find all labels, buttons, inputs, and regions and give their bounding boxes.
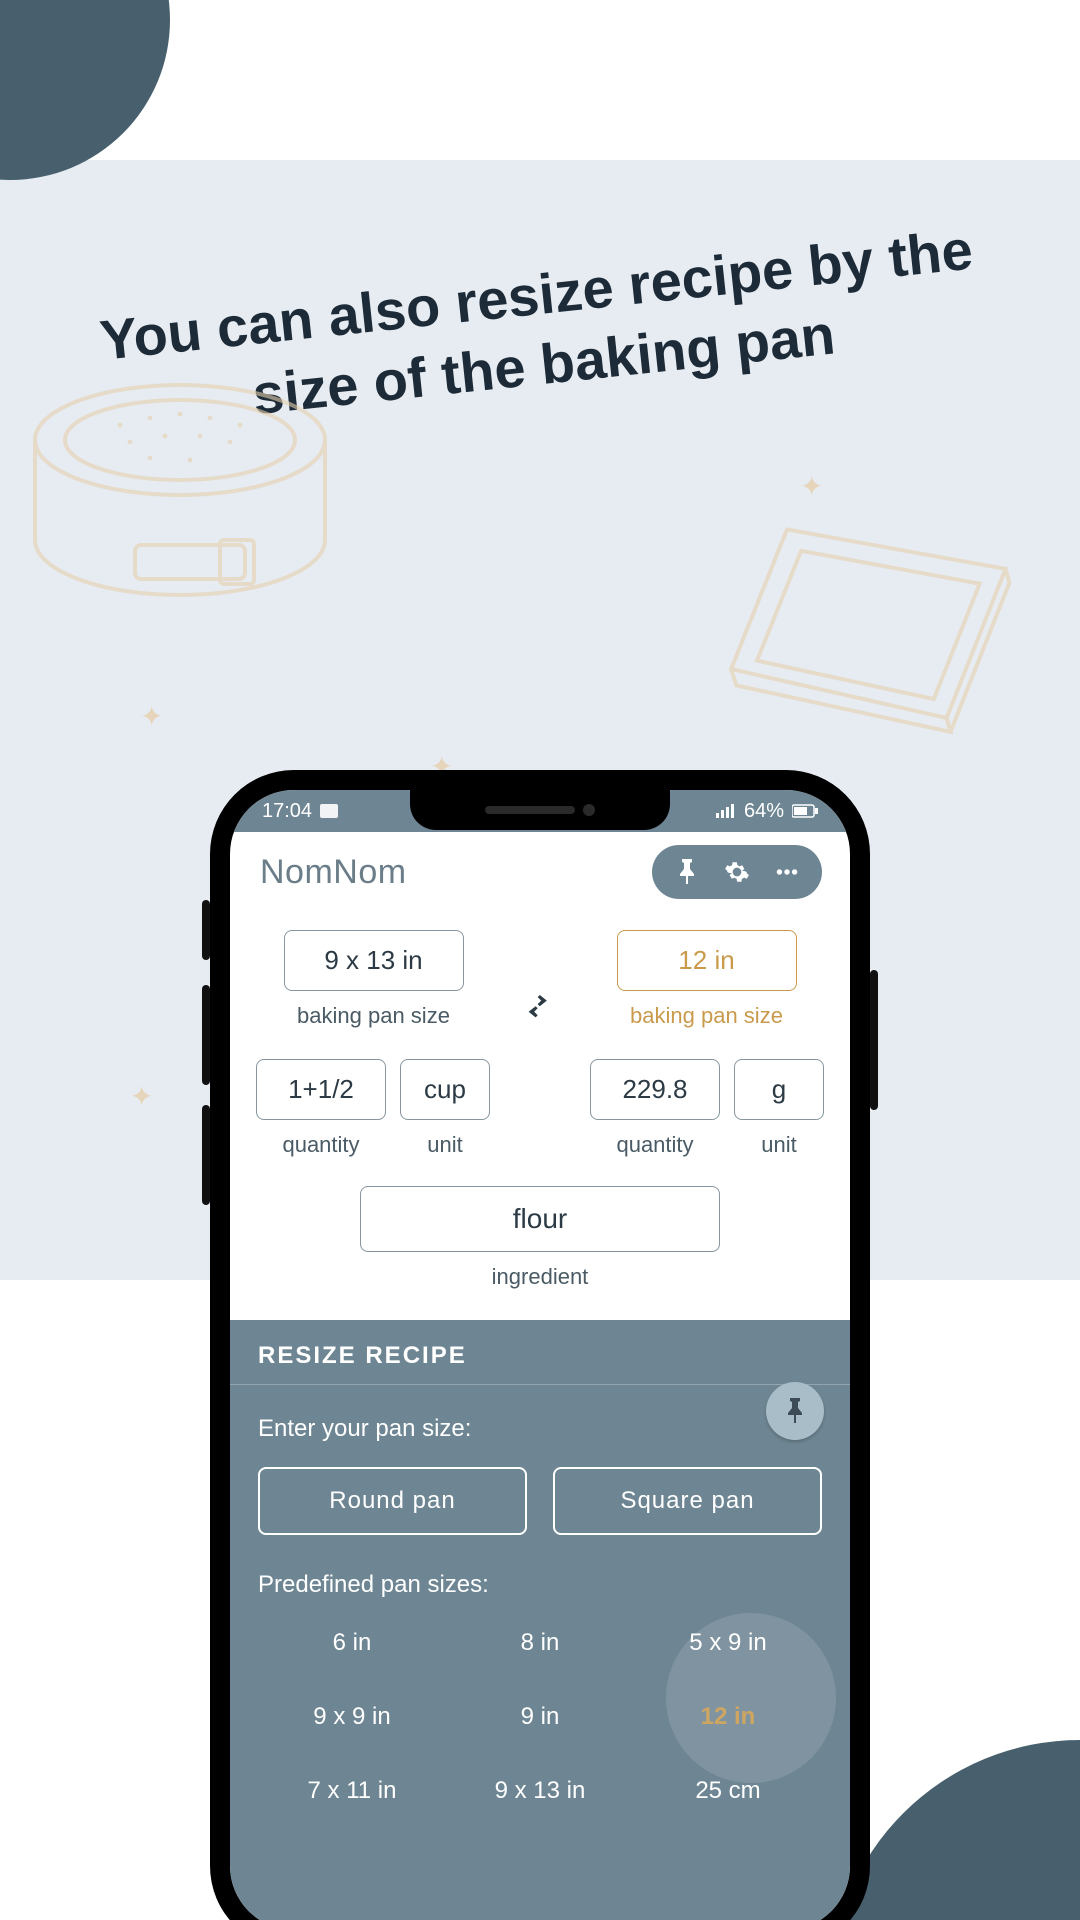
- target-quantity-output[interactable]: 229.8: [590, 1059, 720, 1120]
- phone-side-button: [202, 1105, 210, 1205]
- decor-circle-top-left: [0, 0, 170, 180]
- source-quantity-input[interactable]: 1+1/2: [256, 1059, 386, 1120]
- swap-button[interactable]: [520, 988, 560, 1028]
- resize-panel-title: RESIZE RECIPE: [230, 1320, 850, 1385]
- target-quantity-label: quantity: [616, 1132, 693, 1158]
- predefined-sizes-label: Predefined pan sizes:: [258, 1571, 822, 1599]
- rectangular-pan-illustration: [720, 500, 1020, 760]
- ingredient-input[interactable]: flour: [360, 1186, 720, 1252]
- sparkle-icon: ✦: [800, 470, 823, 503]
- target-pan-size-input[interactable]: 12 in: [617, 930, 797, 991]
- more-icon[interactable]: [774, 859, 800, 885]
- source-unit-label: unit: [427, 1132, 462, 1158]
- target-unit-label: unit: [761, 1132, 796, 1158]
- pan-size-option[interactable]: 6 in: [258, 1623, 446, 1663]
- phone-side-button: [202, 900, 210, 960]
- status-battery: 64%: [744, 800, 784, 823]
- battery-icon: [792, 804, 818, 818]
- source-pan-size-label: baking pan size: [297, 1003, 450, 1029]
- pin-fab-button[interactable]: [766, 1382, 824, 1440]
- pan-size-option[interactable]: 9 x 9 in: [258, 1697, 446, 1737]
- resize-prompt: Enter your pan size:: [258, 1415, 822, 1443]
- sparkle-icon: ✦: [140, 700, 163, 733]
- pan-size-option[interactable]: 7 x 11 in: [258, 1771, 446, 1811]
- top-action-pill: [652, 845, 822, 899]
- resize-recipe-panel: RESIZE RECIPE Enter your pan size: Round…: [230, 1320, 850, 1920]
- target-unit-input[interactable]: g: [734, 1059, 824, 1120]
- pin-icon[interactable]: [674, 859, 700, 885]
- source-pan-size-input[interactable]: 9 x 13 in: [284, 930, 464, 991]
- pan-size-option[interactable]: 25 cm: [634, 1771, 822, 1811]
- sparkle-icon: ✦: [130, 1080, 153, 1113]
- converter-panel: 9 x 13 in baking pan size 12 in baking p…: [230, 912, 850, 1320]
- phone-frame: 17:04 64% NomNom: [210, 770, 870, 1920]
- phone-notch: [410, 790, 670, 830]
- pan-size-option[interactable]: 9 x 13 in: [446, 1771, 634, 1811]
- pan-size-option-selected[interactable]: 12 in: [634, 1697, 822, 1737]
- phone-screen: 17:04 64% NomNom: [230, 790, 850, 1920]
- predefined-size-grid: 6 in 8 in 5 x 9 in 9 x 9 in 9 in 12 in 7…: [258, 1623, 822, 1811]
- ingredient-label: ingredient: [492, 1264, 589, 1290]
- phone-side-button: [202, 985, 210, 1085]
- source-quantity-label: quantity: [282, 1132, 359, 1158]
- pan-size-option[interactable]: 5 x 9 in: [634, 1623, 822, 1663]
- round-pan-button[interactable]: Round pan: [258, 1467, 527, 1535]
- app-top-bar: NomNom: [230, 832, 850, 912]
- round-pan-illustration: [20, 370, 360, 650]
- phone-side-button: [870, 970, 878, 1110]
- source-unit-input[interactable]: cup: [400, 1059, 490, 1120]
- status-image-icon: [320, 804, 338, 818]
- target-pan-size-label: baking pan size: [630, 1003, 783, 1029]
- app-title: NomNom: [260, 853, 407, 892]
- status-time: 17:04: [262, 800, 312, 823]
- signal-icon: [716, 804, 736, 818]
- pan-size-option[interactable]: 8 in: [446, 1623, 634, 1663]
- gear-icon[interactable]: [724, 859, 750, 885]
- pan-size-option[interactable]: 9 in: [446, 1697, 634, 1737]
- square-pan-button[interactable]: Square pan: [553, 1467, 822, 1535]
